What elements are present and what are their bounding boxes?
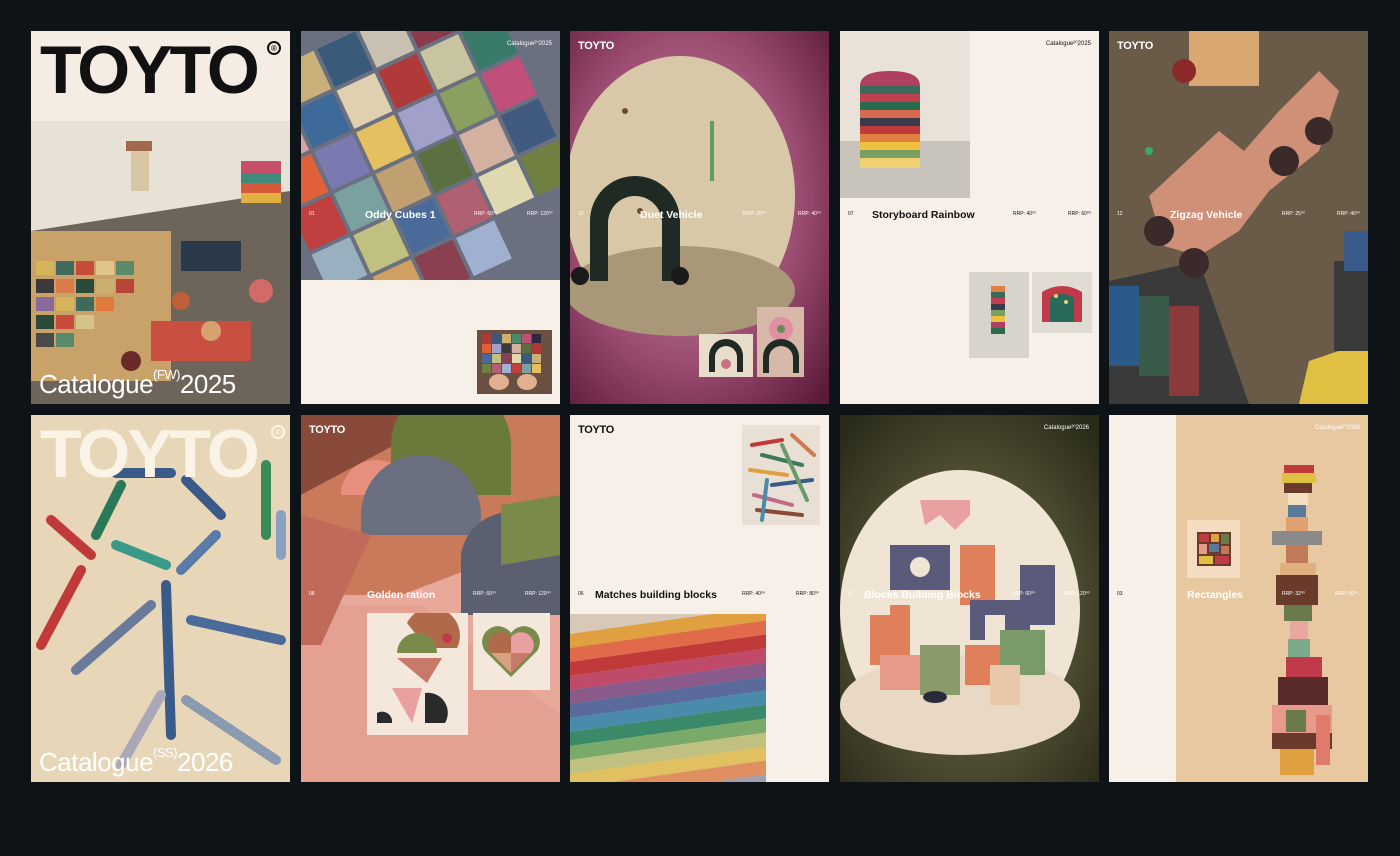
catalogue-title: Catalogue(FW)2025 bbox=[39, 367, 236, 400]
rrp-small: RRP: 60⁰⁰ bbox=[473, 591, 496, 597]
rrp-large: RRP: 60⁰⁰ bbox=[1335, 591, 1358, 597]
product-number: 06 bbox=[578, 591, 584, 597]
season-label: (SS) bbox=[153, 745, 178, 760]
rainbow-curve-thumb bbox=[1032, 272, 1092, 333]
catalogue-cover-fw-2025[interactable]: TOYTO ® Catalogue(FW)2025 bbox=[31, 31, 290, 404]
rrp-small: RRP: 32⁰⁰ bbox=[1282, 591, 1305, 597]
product-number: 08 bbox=[309, 591, 315, 597]
product-number: 03 bbox=[1117, 591, 1123, 597]
catalogue-cover-ss-2026[interactable]: TOYTO ® Catalogue(SS)2026 bbox=[31, 415, 290, 782]
catalogue-corner-label: Catalogue²⁰2026 bbox=[1314, 425, 1360, 431]
product-title: Duet Vehicle bbox=[640, 209, 703, 221]
cubes-photo bbox=[301, 31, 560, 280]
product-card-golden-ration[interactable]: TOYTO 08 Golden ration RRP: 60⁰⁰ RRP: 12… bbox=[301, 415, 560, 782]
toy-blocks-photo bbox=[31, 121, 290, 404]
catalogue-title: Catalogue(SS)2026 bbox=[39, 745, 233, 778]
catalogue-year: 2026 bbox=[177, 747, 233, 777]
golden-heart-thumb bbox=[473, 613, 550, 690]
matches-pile-thumb bbox=[742, 425, 820, 525]
product-number: 12 bbox=[1117, 211, 1123, 217]
rrp-small: RRP: 60⁰⁰ bbox=[474, 211, 497, 217]
product-title: Rectangles bbox=[1187, 589, 1244, 601]
catalogue-year: 2025 bbox=[179, 369, 236, 399]
product-title: Storyboard Rainbow bbox=[872, 209, 975, 221]
duet-vehicle-thumb-1 bbox=[699, 334, 753, 377]
rrp-small: RRP: 25⁰⁰ bbox=[1282, 211, 1305, 217]
rrp-large: RRP: 80⁰⁰ bbox=[796, 591, 819, 597]
brand-logo-small: TOYTO bbox=[309, 424, 345, 436]
hands-with-cubes-thumb bbox=[477, 330, 552, 394]
rrp-large: RRP: 40⁰⁰ bbox=[1337, 211, 1360, 217]
rrp-large: RRP: 120⁰⁰ bbox=[527, 211, 553, 217]
product-number: 01 bbox=[309, 211, 315, 217]
golden-figure-thumb bbox=[367, 613, 468, 735]
product-number: 10 bbox=[578, 211, 584, 217]
catalogue-corner-label: Catalogue²⁰2025 bbox=[506, 41, 552, 47]
rrp-large: RRP: 60⁰⁰ bbox=[1068, 211, 1091, 217]
product-card-zigzag-vehicle[interactable]: TOYTO 12 Zigzag Vehicle RRP: 25⁰⁰ RRP: 4… bbox=[1109, 31, 1368, 404]
rrp-large: RRP: 120⁰⁰ bbox=[1064, 591, 1090, 597]
matches-rainbow-photo bbox=[570, 614, 766, 782]
rrp-small: RRP: 40⁰⁰ bbox=[1013, 211, 1036, 217]
catalogue-corner-label: Catalogue²⁰2026 bbox=[1043, 425, 1089, 431]
season-label: (FW) bbox=[153, 367, 180, 382]
product-card-matches-building-blocks[interactable]: TOYTO 06 Matches building blocks RRP: 40… bbox=[570, 415, 829, 782]
product-title: Blocks Building Blocks bbox=[864, 589, 981, 601]
registered-mark: ® bbox=[271, 425, 285, 439]
brand-logo-small: TOYTO bbox=[1117, 40, 1153, 52]
brand-logo: TOYTO bbox=[40, 32, 260, 108]
product-title: Zigzag Vehicle bbox=[1170, 209, 1243, 221]
brand-logo: TOYTO bbox=[40, 416, 260, 492]
catalogue-corner-label: Catalogue²⁰2025 bbox=[1045, 41, 1091, 47]
rainbow-stack-photo bbox=[840, 31, 970, 198]
product-title: Oddy Cubes 1 bbox=[365, 209, 436, 221]
rectangles-thumb bbox=[1187, 520, 1240, 578]
duet-vehicle-thumb-2 bbox=[757, 307, 804, 377]
product-card-oddy-cubes[interactable]: Catalogue²⁰2025 01 Oddy Cubes 1 RRP: 60⁰… bbox=[301, 31, 560, 404]
product-number: 07 bbox=[848, 211, 854, 217]
rrp-small: RRP: 25⁰⁰ bbox=[743, 211, 766, 217]
rrp-large: RRP: 120⁰⁰ bbox=[525, 591, 551, 597]
catalogue-word: Catalogue bbox=[39, 747, 154, 777]
product-title: Matches building blocks bbox=[595, 589, 717, 601]
product-card-rectangles[interactable]: Catalogue²⁰2026 03 Rectangles RRP: 32⁰⁰ … bbox=[1109, 415, 1368, 782]
rrp-small: RRP: 60⁰⁰ bbox=[1012, 591, 1035, 597]
catalogue-word: Catalogue bbox=[39, 369, 154, 399]
rainbow-tower-thumb bbox=[969, 272, 1029, 358]
product-card-duet-vehicle[interactable]: TOYTO 10 Duet Vehicle RRP: 25⁰⁰ RRP: 40⁰… bbox=[570, 31, 829, 404]
rrp-large: RRP: 40⁰⁰ bbox=[798, 211, 821, 217]
product-number: 11 bbox=[848, 591, 854, 597]
product-card-storyboard-rainbow[interactable]: Catalogue²⁰2025 07 Storyboard Rainbow RR… bbox=[840, 31, 1099, 404]
registered-mark: ® bbox=[267, 41, 281, 55]
brand-logo-small: TOYTO bbox=[578, 40, 614, 52]
brand-logo-small: TOYTO bbox=[578, 424, 614, 436]
product-title: Golden ration bbox=[367, 589, 436, 601]
rrp-small: RRP: 40⁰⁰ bbox=[742, 591, 765, 597]
product-card-blocks-building-blocks[interactable]: Catalogue²⁰2026 11 Blocks Building Block… bbox=[840, 415, 1099, 782]
